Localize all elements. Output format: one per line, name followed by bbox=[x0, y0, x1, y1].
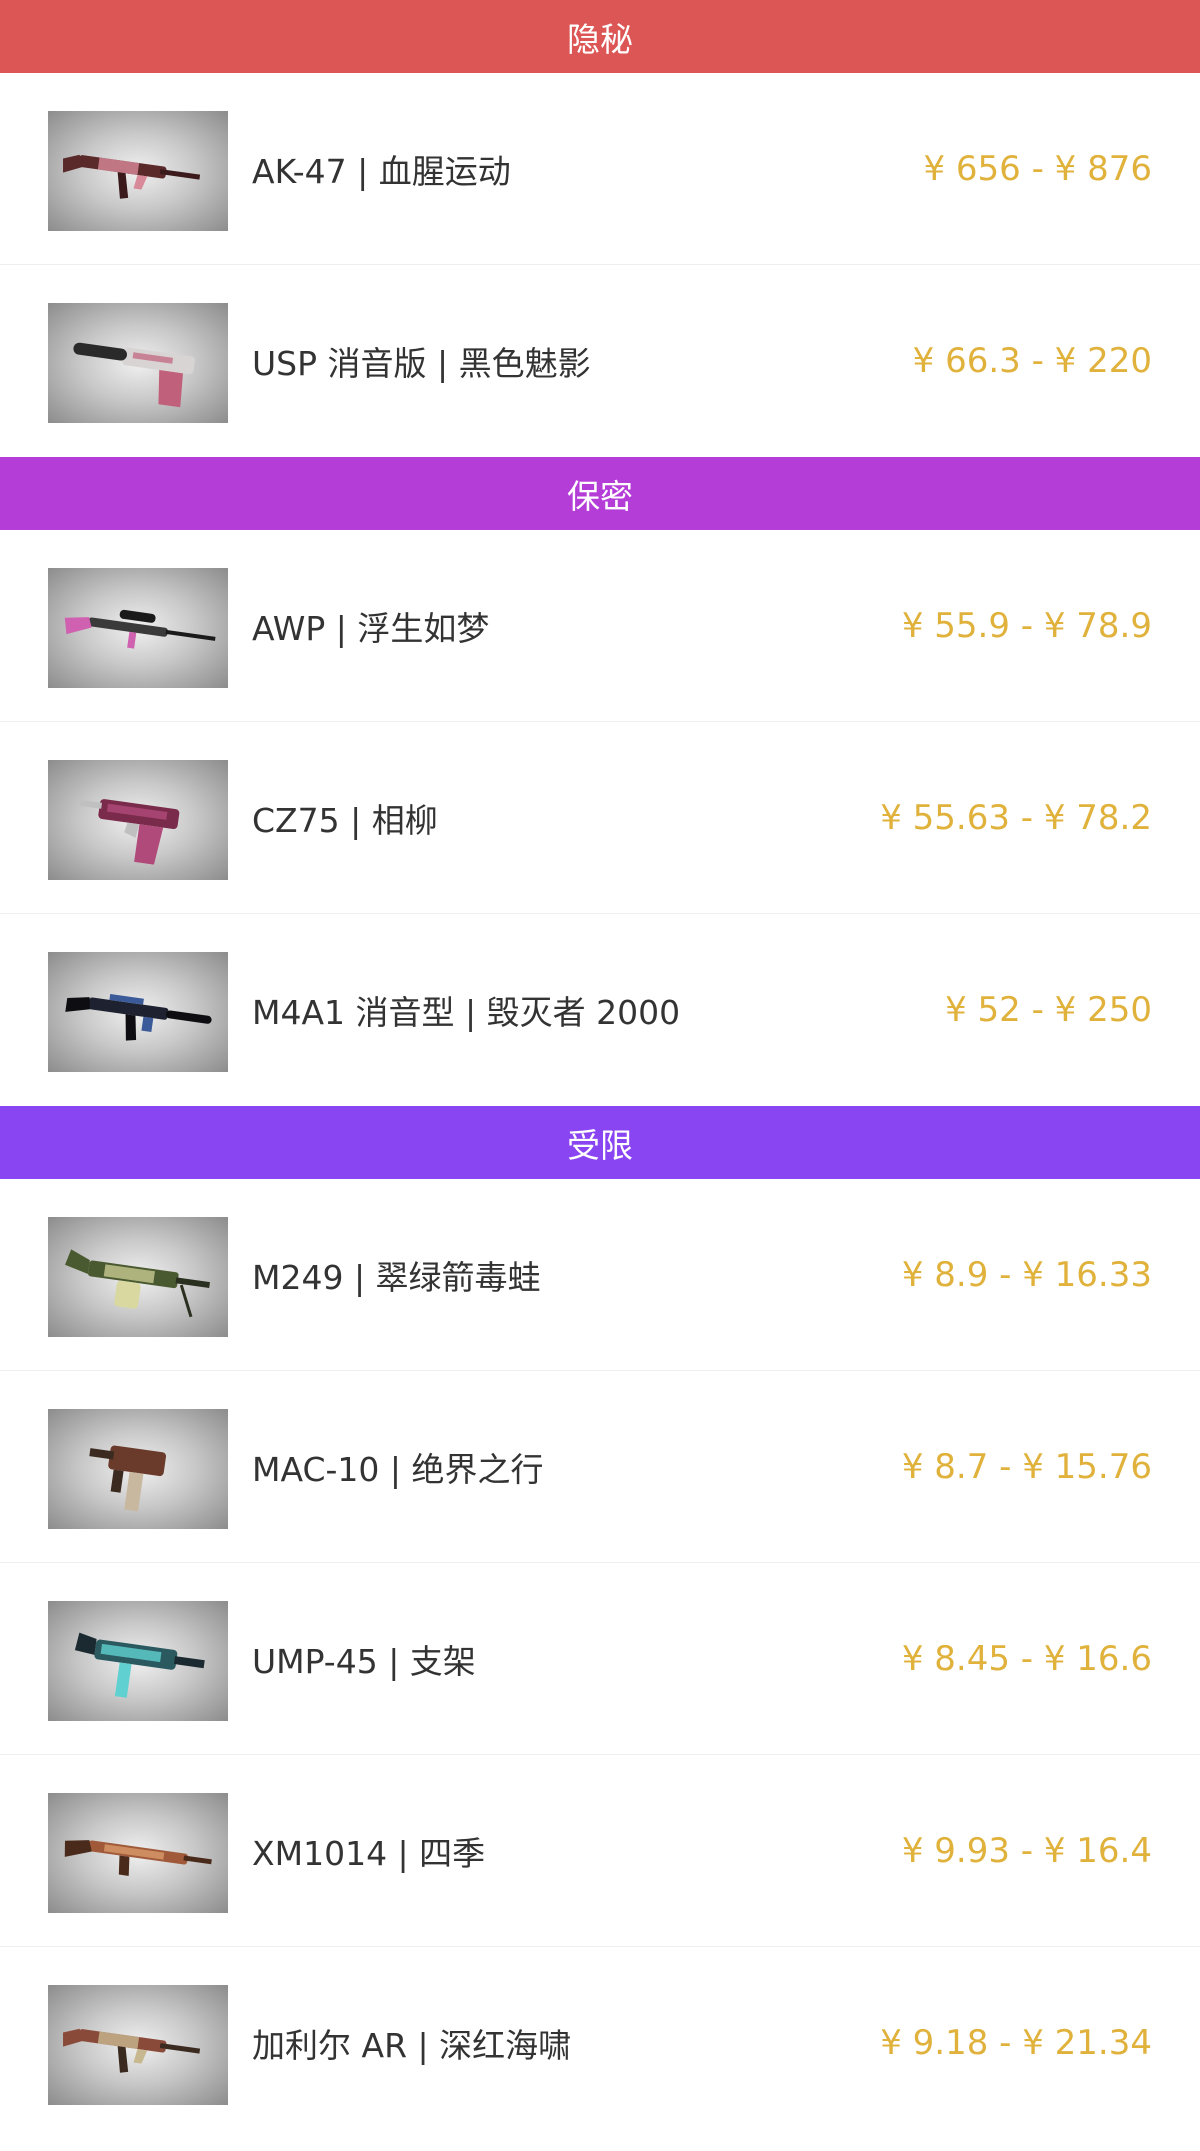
ump45-skin-icon bbox=[48, 1601, 228, 1721]
rarity-title: 保密 bbox=[567, 476, 633, 516]
skin-name: CZ75 | 相柳 bbox=[252, 801, 438, 840]
skin-row[interactable]: AWP | 浮生如梦 ¥ 55.9 - ¥ 78.9 bbox=[0, 530, 1200, 722]
skin-row[interactable]: XM1014 | 四季 ¥ 9.93 - ¥ 16.4 bbox=[0, 1755, 1200, 1947]
skin-name: MAC-10 | 绝界之行 bbox=[252, 1450, 544, 1489]
skin-row[interactable]: USP 消音版 | 黑色魅影 ¥ 66.3 - ¥ 220 bbox=[0, 265, 1200, 457]
price-range: ¥ 9.93 - ¥ 16.4 bbox=[901, 1831, 1152, 1871]
price-range: ¥ 55.9 - ¥ 78.9 bbox=[901, 606, 1152, 646]
skin-name: M249 | 翠绿箭毒蛙 bbox=[252, 1258, 541, 1297]
skin-name: USP 消音版 | 黑色魅影 bbox=[252, 344, 591, 383]
skin-row[interactable]: AK-47 | 血腥运动 ¥ 656 - ¥ 876 bbox=[0, 73, 1200, 265]
m249-skin-icon bbox=[48, 1217, 228, 1337]
rarity-header: 隐秘 bbox=[0, 0, 1200, 73]
usp-skin-icon bbox=[48, 303, 228, 423]
galil-skin-icon bbox=[48, 1985, 228, 2105]
skin-name: M4A1 消音型 | 毁灭者 2000 bbox=[252, 993, 681, 1032]
awp-skin-icon bbox=[48, 568, 228, 688]
rarity-title: 受限 bbox=[567, 1125, 633, 1165]
skin-row[interactable]: MAC-10 | 绝界之行 ¥ 8.7 - ¥ 15.76 bbox=[0, 1371, 1200, 1563]
rarity-title: 隐秘 bbox=[567, 19, 633, 59]
skin-row[interactable]: 加利尔 AR | 深红海啸 ¥ 9.18 - ¥ 21.34 bbox=[0, 1947, 1200, 2139]
rarity-header: 保密 bbox=[0, 457, 1200, 530]
price-range: ¥ 656 - ¥ 876 bbox=[923, 149, 1152, 189]
price-range: ¥ 8.45 - ¥ 16.6 bbox=[901, 1639, 1152, 1679]
xm1014-skin-icon bbox=[48, 1793, 228, 1913]
m4a1s-skin-icon bbox=[48, 952, 228, 1072]
price-range: ¥ 66.3 - ¥ 220 bbox=[912, 341, 1152, 381]
skin-row[interactable]: UMP-45 | 支架 ¥ 8.45 - ¥ 16.6 bbox=[0, 1563, 1200, 1755]
rarity-header: 受限 bbox=[0, 1106, 1200, 1179]
ak47-skin-icon bbox=[48, 111, 228, 231]
skin-name: AK-47 | 血腥运动 bbox=[252, 152, 511, 191]
skin-name: AWP | 浮生如梦 bbox=[252, 609, 490, 648]
price-range: ¥ 55.63 - ¥ 78.2 bbox=[880, 798, 1152, 838]
price-range: ¥ 8.7 - ¥ 15.76 bbox=[901, 1447, 1152, 1487]
price-range: ¥ 9.18 - ¥ 21.34 bbox=[880, 2023, 1152, 2063]
skin-name: UMP-45 | 支架 bbox=[252, 1642, 476, 1681]
skin-row[interactable]: M4A1 消音型 | 毁灭者 2000 ¥ 52 - ¥ 250 bbox=[0, 914, 1200, 1106]
skin-list: 隐秘 AK-47 | 血腥运动 ¥ 656 - ¥ 876 USP 消音版 | 黑… bbox=[0, 0, 1200, 2139]
price-range: ¥ 52 - ¥ 250 bbox=[945, 990, 1152, 1030]
skin-row[interactable]: M249 | 翠绿箭毒蛙 ¥ 8.9 - ¥ 16.33 bbox=[0, 1179, 1200, 1371]
skin-name: XM1014 | 四季 bbox=[252, 1834, 486, 1873]
price-range: ¥ 8.9 - ¥ 16.33 bbox=[901, 1255, 1152, 1295]
skin-row[interactable]: CZ75 | 相柳 ¥ 55.63 - ¥ 78.2 bbox=[0, 722, 1200, 914]
cz75-skin-icon bbox=[48, 760, 228, 880]
skin-name: 加利尔 AR | 深红海啸 bbox=[252, 2026, 572, 2065]
mac10-skin-icon bbox=[48, 1409, 228, 1529]
